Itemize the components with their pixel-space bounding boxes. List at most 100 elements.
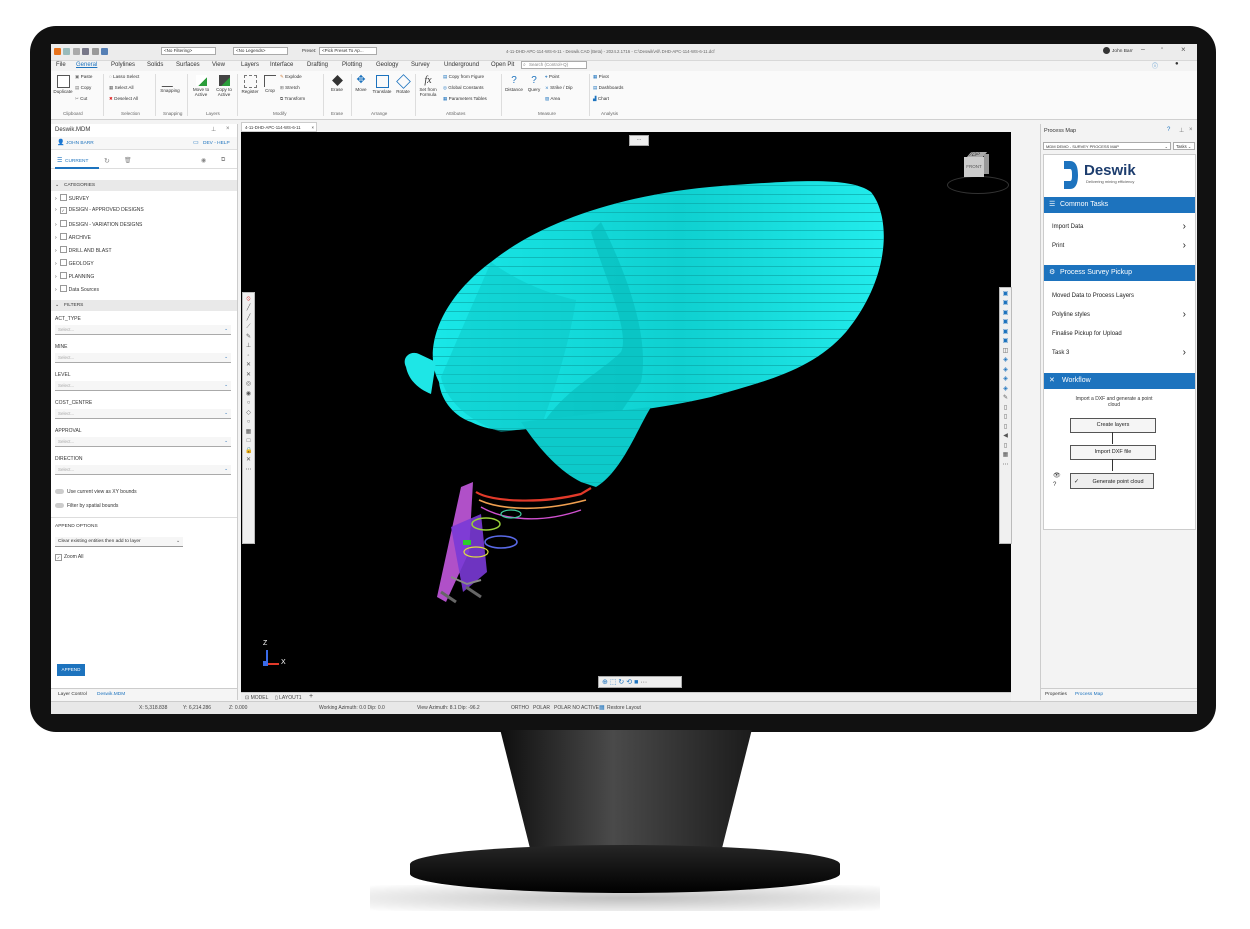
arrow-left-icon[interactable]: ◀ [1002,433,1009,440]
category-checkbox[interactable]: ✓ [59,207,67,214]
circle-icon[interactable]: ○ [245,419,252,426]
move-button[interactable]: ✥ Move [353,75,369,93]
undo-icon[interactable] [100,48,108,55]
pencil-icon[interactable]: ✎ [245,334,252,341]
workflow-step-generate-point-cloud[interactable]: ✓ Generate point cloud [1070,473,1154,489]
global-constants-button[interactable]: ◎ Global Constants [443,85,484,91]
view-right-icon[interactable]: ▣ [1002,338,1009,345]
page-icon[interactable]: ▯ [1002,443,1009,450]
use-view-bounds-toggle[interactable]: Use current view as XY bounds [55,489,137,495]
workflow-step-import-dxf[interactable]: Import DXF file [1070,445,1156,460]
add-layout-icon[interactable]: + [309,693,313,700]
node-icon[interactable]: ◦ [245,353,252,360]
paste-button[interactable]: ▣ Paste [75,74,92,80]
chart-button[interactable]: ▟ Chart [593,96,609,102]
chevron-right-icon[interactable]: › [55,196,57,202]
task-import-data[interactable]: Import Data › [1052,222,1192,232]
view-cube-front[interactable]: FRONT [964,157,984,177]
cut-button[interactable]: ✂ Cut [75,96,87,102]
category-checkbox[interactable] [59,233,67,240]
tab-process-map[interactable]: Process Map [1075,692,1103,697]
menu-geology[interactable]: Geology [376,62,398,68]
process-survey-header[interactable]: ⚙ Process Survey Pickup [1044,265,1195,281]
zoom-icon[interactable]: ⊕ [602,679,608,686]
chevron-right-icon[interactable]: › [55,207,57,213]
category-item[interactable]: › PLANNING [55,272,94,280]
lasso-select-button[interactable]: ◌ Lasso Select [109,74,139,79]
view-front-icon[interactable]: ▣ [1002,310,1009,317]
process-map-select[interactable]: MDM DEMO - SURVEY PROCESS MAP ⌄ [1043,142,1171,150]
parameters-tables-button[interactable]: ▦ Parameters Tables [443,96,487,102]
stretch-button[interactable]: ⊞ Stretch [280,85,300,91]
snap-all-icon[interactable]: ✕ [245,457,252,464]
workflow-step-create-layers[interactable]: Create layers [1070,418,1156,433]
filter-select[interactable]: Select... ⌄ [55,437,231,447]
menu-underground[interactable]: Underground [444,62,479,68]
pivot-button[interactable]: ▦ Pivot [593,74,609,80]
workflow-header[interactable]: ✕ Workflow [1044,373,1195,389]
transform-button[interactable]: ⧉ Transform [280,96,305,101]
cross-icon[interactable]: ✕ [245,372,252,379]
view-back-icon[interactable]: ▣ [1002,319,1009,326]
filter-select[interactable]: Select... ⌄ [55,353,231,363]
distance-button[interactable]: ? Distance [504,75,524,92]
move-to-active-button[interactable]: Move to Active [190,75,212,97]
category-item[interactable]: › SURVEY [55,194,89,202]
categories-section-header[interactable]: ⌄ CATEGORIES [51,180,237,191]
document-tab[interactable]: 4-11-DHD-APC-114-WS-6-11 × [241,122,317,132]
maximize-icon[interactable]: ▫ [1161,46,1163,52]
tasks-dropdown[interactable]: Tasks ⌄ [1173,142,1195,150]
menu-layers[interactable]: Layers [241,62,259,68]
common-tasks-header[interactable]: ☰ Common Tasks [1044,197,1195,213]
category-checkbox[interactable] [59,194,67,201]
view-bottom-icon[interactable]: ▣ [1002,300,1009,307]
more-icon[interactable]: ⋯ [245,467,252,474]
area-button[interactable]: ▨ Area [545,96,560,102]
profile-icon[interactable]: ● [1175,61,1179,67]
save-icon[interactable] [82,48,90,55]
3d-viewport[interactable]: ··· TOP FRONT ⦸ ╱ ╱ ⟋ ✎ ⊥ ◦ ✕ ✕ ◎ ◉ ○ ◇ … [241,132,1012,692]
checkbox-checked[interactable]: ✓ [55,554,62,561]
erase-button[interactable]: Erase [327,75,347,92]
cross-icon[interactable]: ✕ [245,362,252,369]
page-icon[interactable]: ▯ [1002,405,1009,412]
iso-ne-icon[interactable]: ◈ [1002,357,1009,364]
help-icon[interactable]: ? [1167,127,1170,133]
filter-select[interactable]: Select... ⌄ [55,381,231,391]
menu-polylines[interactable]: Polylines [111,62,135,68]
environment-label[interactable]: DEV - HELP [203,141,230,146]
target-icon[interactable]: ◉ [245,391,252,398]
copy-to-active-button[interactable]: Copy to Active [213,75,235,97]
append-button[interactable]: APPEND [57,664,85,676]
menu-open-pit[interactable]: Open Pit [491,62,514,68]
grid-icon[interactable]: ▦ [245,429,252,436]
pin-icon[interactable]: ⊥ [211,126,216,133]
translate-button[interactable]: Translate [371,75,393,94]
filter-select[interactable]: Select... ⌄ [55,465,231,475]
close-icon[interactable]: × [1181,45,1186,54]
tab-properties[interactable]: Properties [1045,692,1067,697]
strike-dip-button[interactable]: ⨯ Strike / Dip [545,85,573,91]
copy-button[interactable]: ▤ Copy [75,85,91,91]
view-left-icon[interactable]: ▣ [1002,329,1009,336]
layer-filter-select[interactable]: <No Filtering> [161,47,216,55]
menu-file[interactable]: File [56,62,66,68]
chevron-right-icon[interactable]: › [55,222,57,228]
line-tool-icon[interactable]: ╱ [245,305,252,312]
category-item[interactable]: › GEOLOGY [55,259,94,267]
menu-plotting[interactable]: Plotting [342,62,362,68]
preset-select[interactable]: <Pick Preset To Ap... [319,47,377,55]
chevron-right-icon[interactable]: › [55,287,57,293]
copy-from-figure-button[interactable]: ▤ Copy from Figure [443,74,484,80]
status-ortho[interactable]: ORTHO [511,705,529,711]
status-polar[interactable]: POLAR [533,705,550,711]
append-mode-select[interactable]: Clear existing entities then add to laye… [55,537,183,547]
status-restore-layout[interactable]: Restore Layout [607,705,641,711]
lock-icon[interactable]: 🔒 [245,448,252,455]
tab-deswik-mdm[interactable]: Deswik.MDM [97,692,125,697]
new-icon[interactable] [63,48,71,55]
set-from-formula-button[interactable]: fx Set from Formula [417,75,439,97]
minimize-icon[interactable]: – [1141,46,1145,53]
chevron-right-icon[interactable]: › [55,274,57,280]
chevron-right-icon[interactable]: › [55,261,57,267]
